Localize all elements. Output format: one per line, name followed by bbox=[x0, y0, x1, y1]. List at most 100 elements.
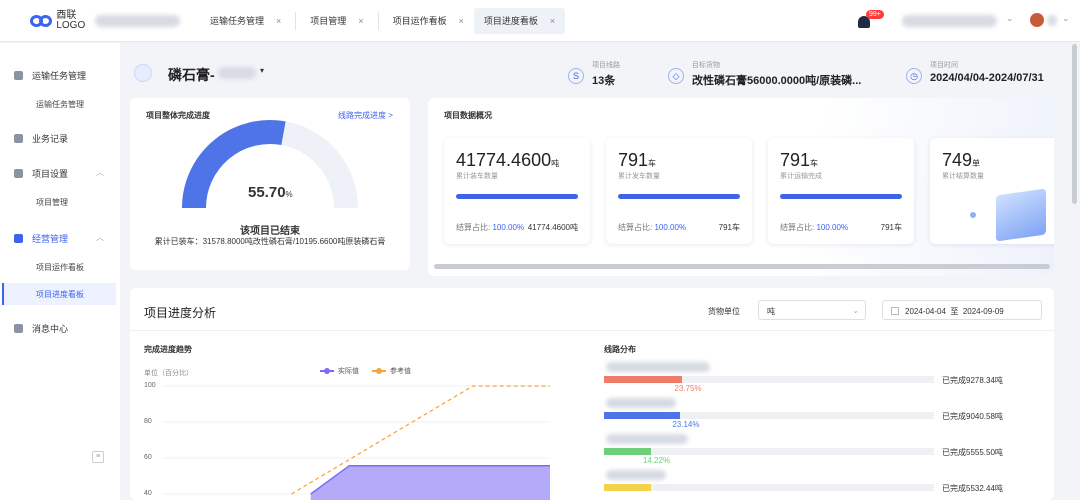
stat-value: 13条 bbox=[592, 75, 616, 87]
sidebar-item-project-settings[interactable]: 项目设置 bbox=[14, 167, 68, 180]
divider bbox=[377, 11, 379, 30]
close-icon[interactable]: × bbox=[459, 16, 464, 26]
unit-select[interactable]: 吨 ⌄ bbox=[758, 300, 866, 320]
ratio-label: 结算占比: bbox=[780, 223, 815, 232]
tab-project-progress-board[interactable]: 项目进度看板 × bbox=[473, 7, 566, 34]
ratio-value: 100.00% bbox=[492, 223, 525, 232]
route-percent: 23.14% bbox=[672, 420, 700, 429]
stat-value: 改性磷石膏56000.0000吨/原装磷... bbox=[692, 75, 862, 87]
settlement-ratio: 结算占比: 100.00% bbox=[780, 222, 848, 233]
route-percent: 23.75% bbox=[674, 384, 702, 393]
user-icon bbox=[134, 64, 152, 82]
collapse-icon[interactable]: ≡ bbox=[92, 451, 104, 463]
sidebar-subitem-project-manage[interactable]: 项目管理 bbox=[36, 197, 68, 208]
close-icon[interactable]: × bbox=[550, 16, 555, 26]
route-progress-track bbox=[604, 484, 934, 491]
route-completed-amount: 已完成9278.34吨 bbox=[942, 376, 1003, 385]
unit: 单 bbox=[972, 159, 981, 168]
progress-bar bbox=[618, 194, 740, 199]
overview-card: 项目数据概况 41774.4600吨 累计装车数量 结算占比: 100.00% … bbox=[428, 98, 1054, 276]
sidebar-subitem-progress-board[interactable]: 项目进度看板 bbox=[36, 289, 84, 300]
tab-project-ops-board[interactable]: 项目运作看板 × bbox=[383, 8, 474, 34]
sidebar-item-messages[interactable]: 消息中心 bbox=[14, 322, 68, 335]
stat-value: 791车 bbox=[780, 150, 818, 171]
progress-percent: 55.70% bbox=[248, 184, 293, 201]
distribution-title: 线路分布 bbox=[604, 345, 636, 354]
close-icon[interactable]: × bbox=[358, 16, 363, 26]
route-completed-amount: 已完成5532.44吨 bbox=[942, 484, 1003, 493]
ratio-amount: 791车 bbox=[718, 223, 740, 232]
unit: 车 bbox=[810, 159, 819, 168]
stat-label: 累计结算数量 bbox=[942, 173, 984, 180]
stat-label: 项目线路 bbox=[592, 62, 620, 69]
date-to[interactable]: 2024-09-09 bbox=[963, 307, 1004, 316]
unit: 车 bbox=[648, 159, 657, 168]
tab-project-manage[interactable]: 项目管理 × bbox=[300, 8, 373, 34]
vertical-scrollbar[interactable] bbox=[1072, 44, 1077, 204]
chevron-down-icon[interactable]: ▾ bbox=[260, 66, 264, 75]
chevron-down-icon[interactable]: ⌄ bbox=[1006, 13, 1014, 24]
value: 791 bbox=[780, 150, 811, 170]
app-logo[interactable]: 酉联 LOGO bbox=[30, 10, 180, 31]
chevron-up-icon[interactable]: ︿ bbox=[96, 167, 104, 178]
chevron-up-icon[interactable]: ︿ bbox=[96, 232, 104, 243]
stat-label: 累计发车数量 bbox=[618, 173, 660, 180]
project-name[interactable]: 磷石膏- bbox=[168, 65, 215, 85]
stat-card-loaded-weight: 41774.4600吨 累计装车数量 结算占比: 100.00% 41774.4… bbox=[444, 138, 590, 244]
sidebar-subitem-ops-board[interactable]: 项目运作看板 bbox=[36, 262, 84, 273]
ratio-label: 结算占比: bbox=[456, 223, 491, 232]
value: 791 bbox=[618, 150, 649, 170]
sidebar-item-label: 消息中心 bbox=[32, 324, 69, 334]
bar-chart-icon bbox=[14, 234, 23, 243]
top-bar: 酉联 LOGO 运输任务管理 × 项目管理 × 项目运作看板 × 项目进度看板 × 99… bbox=[0, 0, 1080, 42]
grid-icon bbox=[14, 169, 23, 178]
tab-label: 项目进度看板 bbox=[483, 16, 538, 26]
calendar-icon bbox=[891, 307, 899, 315]
route-name-redacted bbox=[606, 470, 666, 480]
stat-card-completed: 791车 累计运输完成 结算占比: 100.00% 791车 bbox=[768, 138, 914, 244]
sidebar-item-business-records[interactable]: 业务记录 bbox=[14, 132, 68, 145]
progress-bar bbox=[456, 194, 578, 199]
sidebar-item-transport[interactable]: 运输任务管理 bbox=[14, 69, 86, 82]
series-actual-area bbox=[310, 465, 550, 500]
route-progress-track bbox=[604, 376, 934, 383]
sidebar-item-label: 经营管理 bbox=[32, 234, 69, 244]
username-redacted bbox=[1047, 15, 1057, 26]
loading-summary: 累计已装车：31578.8000吨改性磷石膏/10195.6600吨原装磷石膏 bbox=[154, 237, 386, 246]
overall-progress-card: 项目整体完成进度 线路完成进度 > 55.70% 该项目已结束 累计已装车：31… bbox=[130, 98, 410, 270]
avatar[interactable] bbox=[1030, 13, 1044, 27]
tab-transport-task[interactable]: 运输任务管理 × bbox=[200, 8, 291, 34]
settlement-ratio: 结算占比: 100.00% bbox=[456, 222, 524, 233]
tab-label: 项目运作看板 bbox=[392, 16, 447, 26]
stat-value: 749单 bbox=[942, 150, 980, 171]
ratio-value: 100.00% bbox=[816, 223, 849, 232]
route-name-redacted bbox=[606, 434, 688, 444]
route-progress-fill bbox=[604, 376, 683, 383]
date-from[interactable]: 2024-04-04 bbox=[905, 307, 946, 316]
chevron-down-icon[interactable]: ⌄ bbox=[1062, 13, 1070, 24]
sidebar-subitem-transport-task[interactable]: 运输任务管理 bbox=[36, 99, 84, 110]
org-selector-redacted[interactable] bbox=[902, 15, 997, 27]
project-status: 该项目已结束 bbox=[240, 226, 300, 237]
ratio-amount: 791车 bbox=[880, 223, 902, 232]
horizontal-scrollbar[interactable] bbox=[434, 264, 1050, 269]
truck-icon bbox=[14, 71, 23, 80]
settlement-ratio: 结算占比: 100.00% bbox=[618, 222, 686, 233]
chevron-down-icon: ⌄ bbox=[852, 306, 859, 315]
stat-label: 项目时间 bbox=[930, 62, 958, 69]
percent-unit: % bbox=[285, 190, 293, 199]
logo-icon bbox=[30, 14, 52, 28]
dot-decoration bbox=[970, 212, 976, 218]
tab-label: 运输任务管理 bbox=[210, 16, 265, 26]
bell-icon bbox=[14, 324, 23, 333]
sidebar-item-label: 项目设置 bbox=[32, 169, 69, 179]
route-progress-fill bbox=[604, 412, 681, 419]
unit-filter-label: 货物单位 bbox=[708, 307, 740, 316]
stat-card-settlement: 749单 累计结算数量 bbox=[930, 138, 1054, 244]
sidebar-item-operations[interactable]: 经营管理 bbox=[14, 232, 68, 245]
close-icon[interactable]: × bbox=[276, 16, 281, 26]
date-range-picker[interactable]: 2024-04-04 至 2024-09-09 bbox=[882, 300, 1042, 320]
value: 749 bbox=[942, 150, 973, 170]
ratio-label: 结算占比: bbox=[618, 223, 653, 232]
stat-card-dispatched: 791车 累计发车数量 结算占比: 100.00% 791车 bbox=[606, 138, 752, 244]
